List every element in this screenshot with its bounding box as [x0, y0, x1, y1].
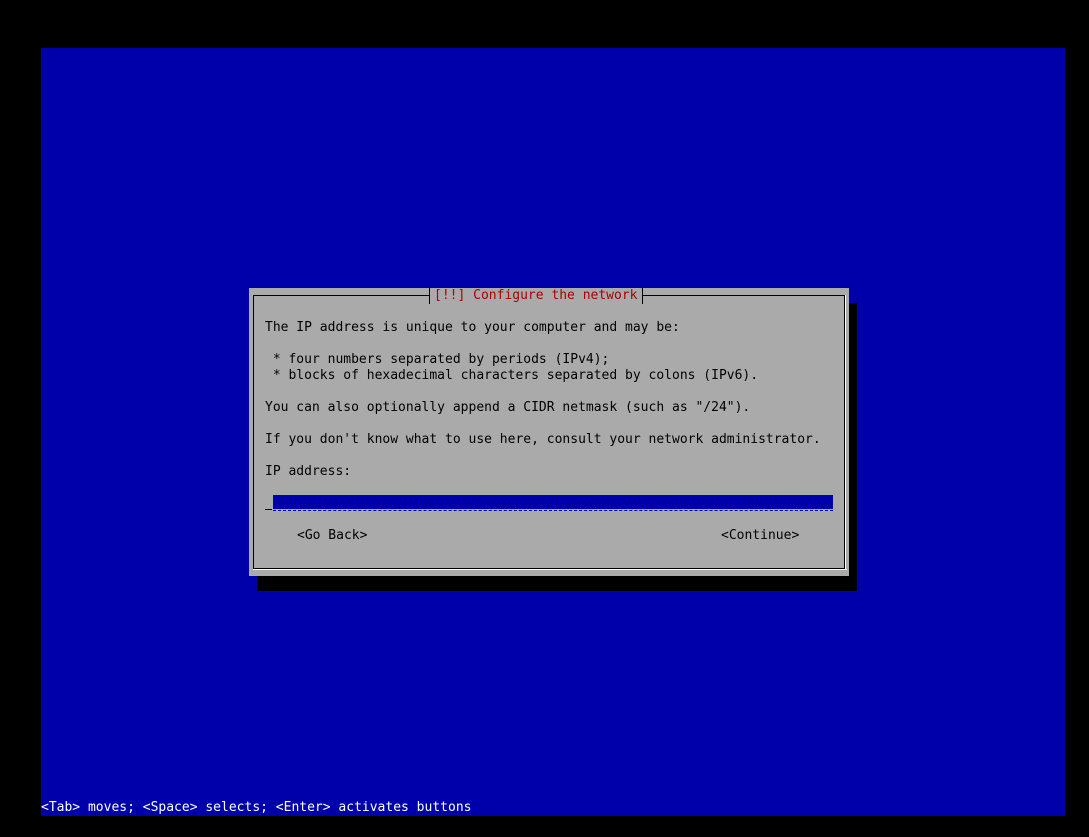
help-note: If you don't know what to use here, cons… — [265, 432, 821, 447]
status-bar: <Tab> moves; <Space> selects; <Enter> ac… — [41, 800, 472, 815]
frame-highlight-right — [845, 295, 846, 570]
bullet-ipv6: * blocks of hexadecimal characters separ… — [265, 368, 759, 383]
installer-screen: [!!] Configure the network The IP addres… — [41, 48, 1065, 816]
input-underline — [273, 510, 833, 511]
bullet-ipv4: * four numbers separated by periods (IPv… — [265, 352, 610, 367]
go-back-button[interactable]: <Go Back> — [297, 528, 367, 544]
frame-highlight-bottom — [253, 569, 847, 570]
dialog-title: [!!] Configure the network — [429, 288, 643, 304]
continue-button[interactable]: <Continue> — [721, 528, 799, 544]
text-cursor — [265, 509, 272, 510]
ip-address-input[interactable] — [265, 495, 833, 513]
cidr-note: You can also optionally append a CIDR ne… — [265, 400, 751, 415]
intro-text: The IP address is unique to your compute… — [265, 320, 680, 335]
ip-address-input-field[interactable] — [273, 495, 833, 509]
configure-network-dialog: [!!] Configure the network The IP addres… — [249, 288, 849, 576]
ip-address-label: IP address: — [265, 464, 352, 479]
